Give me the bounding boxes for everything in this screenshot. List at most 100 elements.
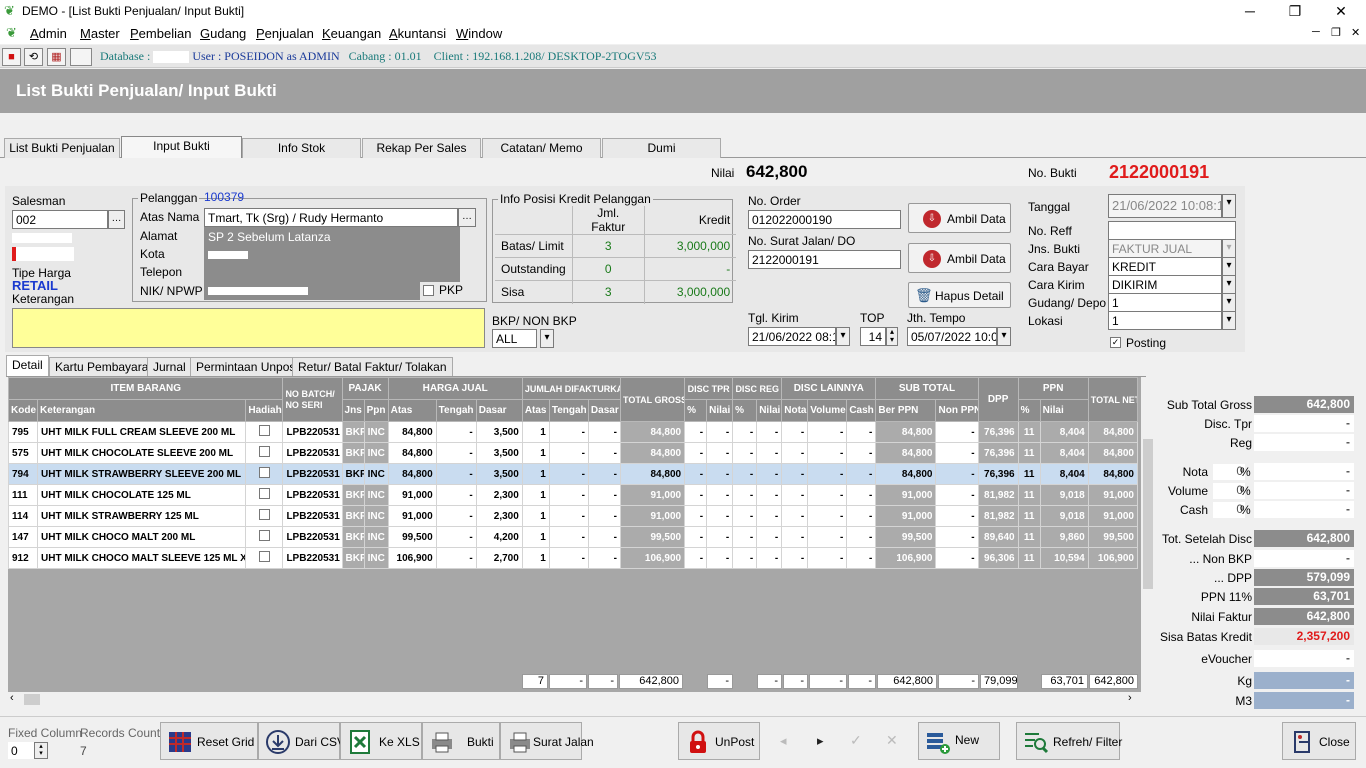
cell-hadiah[interactable] (245, 505, 284, 527)
cell-ket[interactable]: UHT MILK CHOCO MALT SLEEVE 125 ML X 40 (37, 547, 247, 569)
table-row[interactable]: 111UHT MILK CHOCOLATE 125 MLLPB220531BKP… (8, 484, 1139, 506)
cell-kode[interactable]: 794 (8, 463, 39, 485)
cell-empty[interactable]: - (807, 505, 848, 527)
cell-gross[interactable]: 99,500 (619, 526, 686, 548)
cell-dasar[interactable]: 3,500 (475, 442, 523, 464)
hadiah-checkbox[interactable] (258, 488, 270, 499)
cell-kode[interactable]: 147 (8, 526, 39, 548)
cell-gross[interactable]: 84,800 (619, 421, 686, 443)
cell-hadiah[interactable] (245, 463, 284, 485)
cell-qty[interactable]: 1 (521, 526, 550, 548)
cell-empty[interactable]: - (706, 442, 734, 464)
hadiah-checkbox[interactable] (258, 446, 270, 457)
cell-tengah[interactable]: - (435, 505, 477, 527)
cell-tengah[interactable]: - (435, 526, 477, 548)
table-row[interactable]: 794 UHT MILK STRAWBERRY SLEEVE 200 ML LPB2… (8, 463, 1139, 485)
tab-dumi[interactable]: Dumi (602, 138, 721, 158)
cell-empty[interactable]: - (548, 484, 589, 506)
fixed-column-spinner-icon[interactable]: ▴ ▾ (34, 742, 48, 759)
cell-dasar[interactable]: 2,300 (475, 505, 523, 527)
cell-gross[interactable]: 84,800 (619, 442, 686, 464)
reset-grid-button[interactable]: Reset Grid (160, 722, 258, 760)
bkp-select[interactable]: ALL (492, 329, 537, 348)
cell-jns[interactable]: BKP (341, 463, 365, 485)
cell-batch[interactable]: LPB220531 (282, 442, 343, 464)
cell-pn[interactable]: 9,018 (1039, 505, 1089, 527)
cell-gross[interactable]: 84,800 (619, 463, 686, 485)
cell-jns[interactable]: BKP (341, 421, 365, 443)
jth-tempo-dropdown-icon[interactable]: ▾ (997, 327, 1011, 346)
hadiah-checkbox[interactable] (258, 551, 270, 562)
menu-penjualan[interactable]: Penjualan (256, 26, 314, 41)
cell-pn[interactable]: 9,018 (1039, 484, 1089, 506)
unpost-button[interactable]: UnPost (678, 722, 760, 760)
cell-dpp[interactable]: 81,982 (977, 484, 1019, 506)
no-order-input[interactable]: 012022000190 (748, 210, 901, 229)
menu-pembelian[interactable]: Pembelian (130, 26, 191, 41)
cell-ket[interactable]: UHT MILK CHOCOLATE 125 ML (37, 484, 247, 506)
cell-gross[interactable]: 106,900 (619, 547, 686, 569)
cell-kode[interactable]: 111 (8, 484, 39, 506)
logout-icon[interactable]: ⟲ (24, 48, 43, 66)
mdi-minimize-icon[interactable]: ─ (1312, 26, 1320, 38)
tab-detail[interactable]: Detail (6, 355, 49, 376)
cara-kirim-dropdown-icon[interactable]: ▾ (1222, 275, 1236, 294)
cell-empty[interactable]: - (706, 463, 734, 485)
cell-empty[interactable]: - (732, 547, 758, 569)
table-row[interactable]: 147 UHT MILK CHOCO MALT 200 ML LPB220531 BK… (8, 526, 1139, 548)
cell-pp[interactable]: 11 (1017, 442, 1041, 464)
cell-pn[interactable]: 8,404 (1039, 421, 1089, 443)
top-spinner-icon[interactable]: ▴ ▾ (886, 327, 898, 346)
cell-qty[interactable]: 1 (521, 442, 550, 464)
cell-jns[interactable]: BKP (341, 526, 365, 548)
cell-empty[interactable]: - (732, 463, 758, 485)
cell-pp[interactable]: 11 (1017, 463, 1041, 485)
tab-rekap-sales[interactable]: Rekap Per Sales (362, 138, 481, 158)
close-window-icon[interactable]: ✕ (1331, 2, 1351, 20)
cell-qty[interactable]: 1 (521, 421, 550, 443)
cell-empty[interactable]: - (684, 526, 708, 548)
cell-pp[interactable]: 11 (1017, 526, 1041, 548)
cell-batch[interactable]: LPB220531 (282, 547, 343, 569)
fixed-column-input[interactable]: 0 (8, 742, 34, 759)
cell-ppn[interactable]: INC (363, 463, 389, 485)
cell-ppn[interactable]: INC (363, 547, 389, 569)
cell-kode[interactable]: 114 (8, 505, 39, 527)
cell-pp[interactable]: 11 (1017, 547, 1041, 569)
cara-bayar-select[interactable]: KREDIT (1108, 257, 1222, 276)
table-row[interactable]: 575 UHT MILK CHOCOLATE SLEEVE 200 ML LPB22… (8, 442, 1139, 464)
cell-hadiah[interactable] (245, 526, 284, 548)
cell-dasar[interactable]: 3,500 (475, 463, 523, 485)
cell-dasar[interactable]: 2,300 (475, 484, 523, 506)
cell-empty[interactable]: - (846, 547, 877, 569)
table-row[interactable]: 912 UHT MILK CHOCO MALT SLEEVE 125 ML X 4… (8, 547, 1139, 569)
cell-non[interactable]: - (935, 484, 979, 506)
cell-ppn[interactable]: INC (363, 526, 389, 548)
cell-atas[interactable]: 91,000 (387, 484, 437, 506)
cell-empty[interactable]: - (807, 484, 848, 506)
pkp-checkbox[interactable] (423, 285, 434, 296)
cell-dpp[interactable]: 96,306 (977, 547, 1019, 569)
cell-empty[interactable]: - (548, 526, 589, 548)
next-record-icon[interactable]: ▸ (817, 733, 824, 749)
cell-ber[interactable]: 99,500 (875, 526, 937, 548)
cell-ppn[interactable]: INC (363, 484, 389, 506)
cell-empty[interactable]: - (587, 547, 621, 569)
cell-ket[interactable]: UHT MILK FULL CREAM SLEEVE 200 ML (37, 421, 247, 443)
cell-gross[interactable]: 91,000 (619, 484, 686, 506)
cell-tengah[interactable]: - (435, 547, 477, 569)
cell-batch[interactable]: LPB220531 (282, 505, 343, 527)
cell-empty[interactable]: - (846, 526, 877, 548)
cell-empty[interactable]: - (807, 421, 848, 443)
tanggal-dropdown-icon[interactable]: ▾ (1222, 194, 1236, 218)
scroll-right-icon[interactable]: › (1128, 692, 1132, 704)
cara-bayar-dropdown-icon[interactable]: ▾ (1222, 257, 1236, 276)
no-reff-input[interactable] (1108, 221, 1236, 240)
cell-empty[interactable]: - (548, 505, 589, 527)
cell-empty[interactable]: - (587, 463, 621, 485)
lock-icon[interactable]: ■ (2, 48, 21, 66)
salesman-lookup-button[interactable]: … (108, 210, 125, 229)
cell-non[interactable]: - (935, 505, 979, 527)
cell-empty[interactable]: - (732, 442, 758, 464)
cell-batch[interactable]: LPB220531 (282, 463, 343, 485)
